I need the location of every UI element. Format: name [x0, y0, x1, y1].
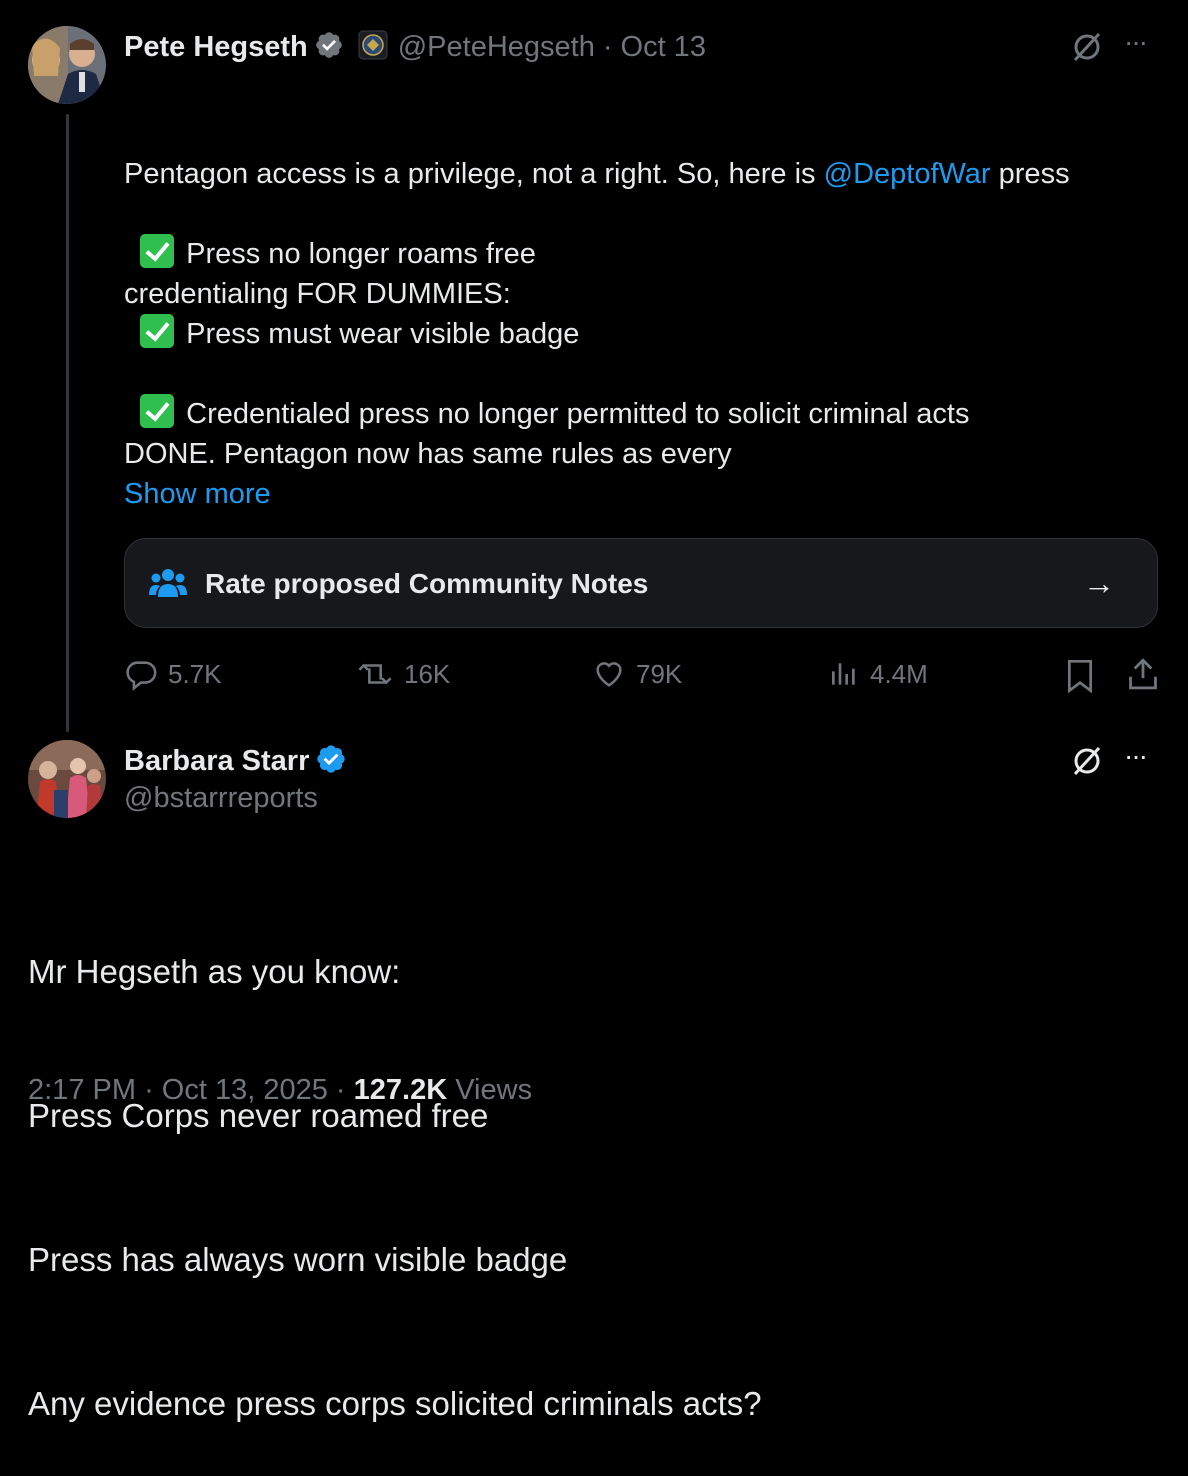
community-notes-button[interactable]: Rate proposed Community Notes → [124, 538, 1158, 628]
tweet-header: Pete Hegseth @PeteHegseth · Oct 13 [124, 28, 706, 66]
bullet-1: Press no longer roams free [124, 194, 536, 274]
repost-count: 16K [404, 658, 451, 689]
like-action[interactable]: 79K [592, 657, 682, 691]
bookmark-icon[interactable] [1064, 658, 1096, 699]
tweet-line-1: Pentagon access is a privilege, not a ri… [124, 158, 1070, 190]
avatar-barbara-starr[interactable] [28, 740, 106, 818]
arrow-right-icon: → [1083, 565, 1115, 601]
reply-date[interactable]: Oct 13, 2025 [162, 1074, 328, 1106]
reply-count: 5.7K [168, 658, 222, 689]
reply-action[interactable]: 5.7K [124, 657, 222, 691]
grok-icon[interactable] [1070, 30, 1104, 69]
check-icon [140, 314, 175, 348]
repost-icon [356, 657, 394, 691]
reply-time[interactable]: 2:17 PM [28, 1074, 136, 1106]
thread-connector [66, 114, 69, 732]
verified-badge-icon[interactable] [314, 30, 344, 65]
dod-seal-icon[interactable] [358, 30, 388, 65]
repost-action[interactable]: 16K [356, 657, 450, 691]
reply-author-name[interactable]: Barbara Starr [124, 745, 309, 778]
tweet-date[interactable]: Oct 13 [621, 31, 706, 64]
mention-link[interactable]: @DeptofWar [824, 158, 991, 190]
reply-line-4: Any evidence press corps solicited crimi… [28, 1385, 762, 1422]
check-icon [140, 394, 175, 428]
community-notes-label: Rate proposed Community Notes [205, 568, 649, 599]
reply-line-3: Press has always worn visible badge [28, 1241, 568, 1278]
reply-author-handle[interactable]: @bstarrreports [124, 782, 318, 815]
reply-icon [124, 657, 158, 691]
verified-badge-icon[interactable] [315, 743, 347, 780]
author-name[interactable]: Pete Hegseth [124, 31, 308, 64]
reply-line-1: Mr Hegseth as you know: [28, 953, 401, 990]
tweet-done-line: DONE. Pentagon now has same rules as eve… [124, 438, 732, 470]
reply-header: Barbara Starr [124, 742, 347, 780]
more-icon[interactable]: ··· [1124, 26, 1148, 58]
reply-views-count: 127.2K [353, 1074, 448, 1106]
share-icon[interactable] [1126, 656, 1160, 697]
grok-icon[interactable] [1070, 744, 1104, 783]
separator: · [602, 30, 613, 63]
bullet-3: Credentialed press no longer permitted t… [124, 354, 969, 434]
avatar-pete-hegseth[interactable] [28, 26, 106, 104]
views-count: 4.4M [870, 658, 928, 689]
like-icon [592, 657, 626, 691]
reply-footer: 2:17 PM · Oct 13, 2025 · 127.2K Views [28, 1074, 533, 1106]
views-action[interactable]: 4.4M [828, 657, 928, 691]
check-icon [140, 234, 175, 268]
bullet-2: Press must wear visible badge [124, 274, 579, 354]
show-more-link[interactable]: Show more [124, 474, 271, 514]
community-icon [149, 567, 187, 604]
reply-body: Mr Hegseth as you know: Press Corps neve… [28, 852, 762, 1476]
reply-views-label: Views [455, 1074, 533, 1106]
views-icon [828, 657, 860, 691]
like-count: 79K [636, 658, 683, 689]
author-handle[interactable]: @PeteHegseth [398, 31, 595, 64]
more-icon[interactable]: ··· [1124, 740, 1148, 772]
